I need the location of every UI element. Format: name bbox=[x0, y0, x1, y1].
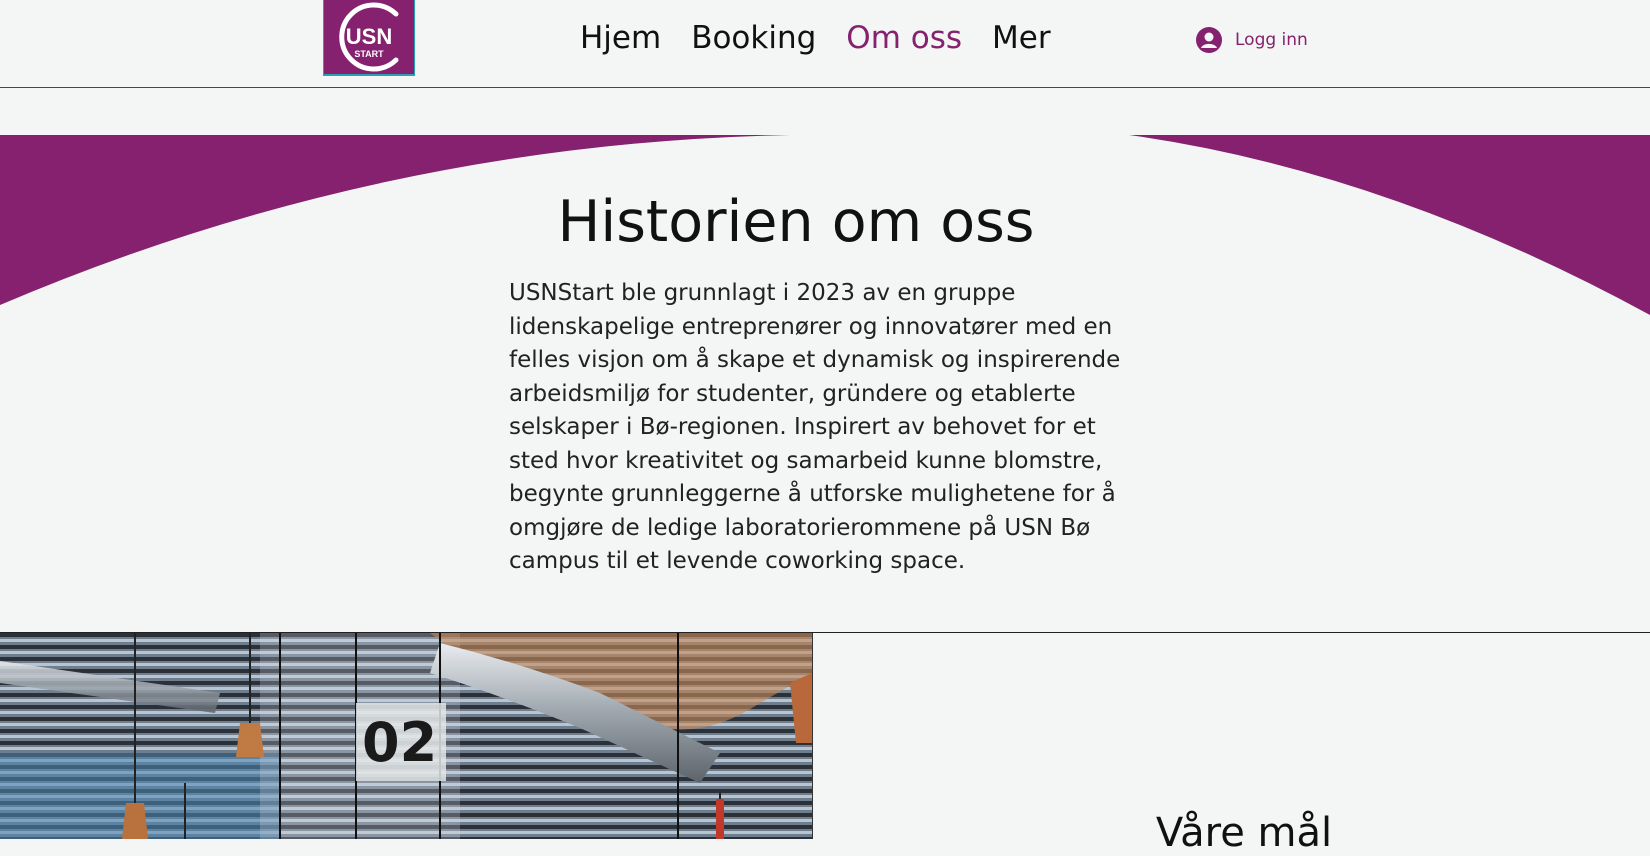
room-sign-text: 02 bbox=[362, 711, 437, 774]
user-avatar-icon bbox=[1196, 27, 1222, 53]
story-section: Historien om oss USNStart ble grunnlagt … bbox=[0, 135, 1650, 632]
page-title: Historien om oss bbox=[557, 189, 1035, 255]
nav-item-om-oss[interactable]: Om oss bbox=[846, 20, 962, 56]
goals-heading: Våre mål bbox=[1155, 810, 1333, 856]
main-nav: Hjem Booking Om oss Mer bbox=[580, 20, 1051, 56]
coworking-photo: 02 bbox=[0, 633, 813, 839]
photo-illustration: 02 bbox=[0, 633, 812, 839]
login-button[interactable]: Logg inn bbox=[1195, 26, 1308, 54]
nav-item-booking[interactable]: Booking bbox=[691, 20, 816, 56]
usn-start-logo[interactable]: USN START bbox=[323, 0, 415, 76]
story-paragraph: USNStart ble grunnlagt i 2023 av en grup… bbox=[509, 280, 1121, 574]
logo-mark: USN START bbox=[339, 2, 399, 72]
logo-text-usn: USN bbox=[346, 24, 392, 49]
site-header: USN START Hjem Booking Om oss Mer Logg i… bbox=[0, 0, 1650, 88]
nav-item-mer[interactable]: Mer bbox=[992, 20, 1051, 56]
login-label: Logg inn bbox=[1235, 30, 1308, 50]
logo-text-start: START bbox=[354, 49, 384, 59]
nav-item-hjem[interactable]: Hjem bbox=[580, 20, 661, 56]
